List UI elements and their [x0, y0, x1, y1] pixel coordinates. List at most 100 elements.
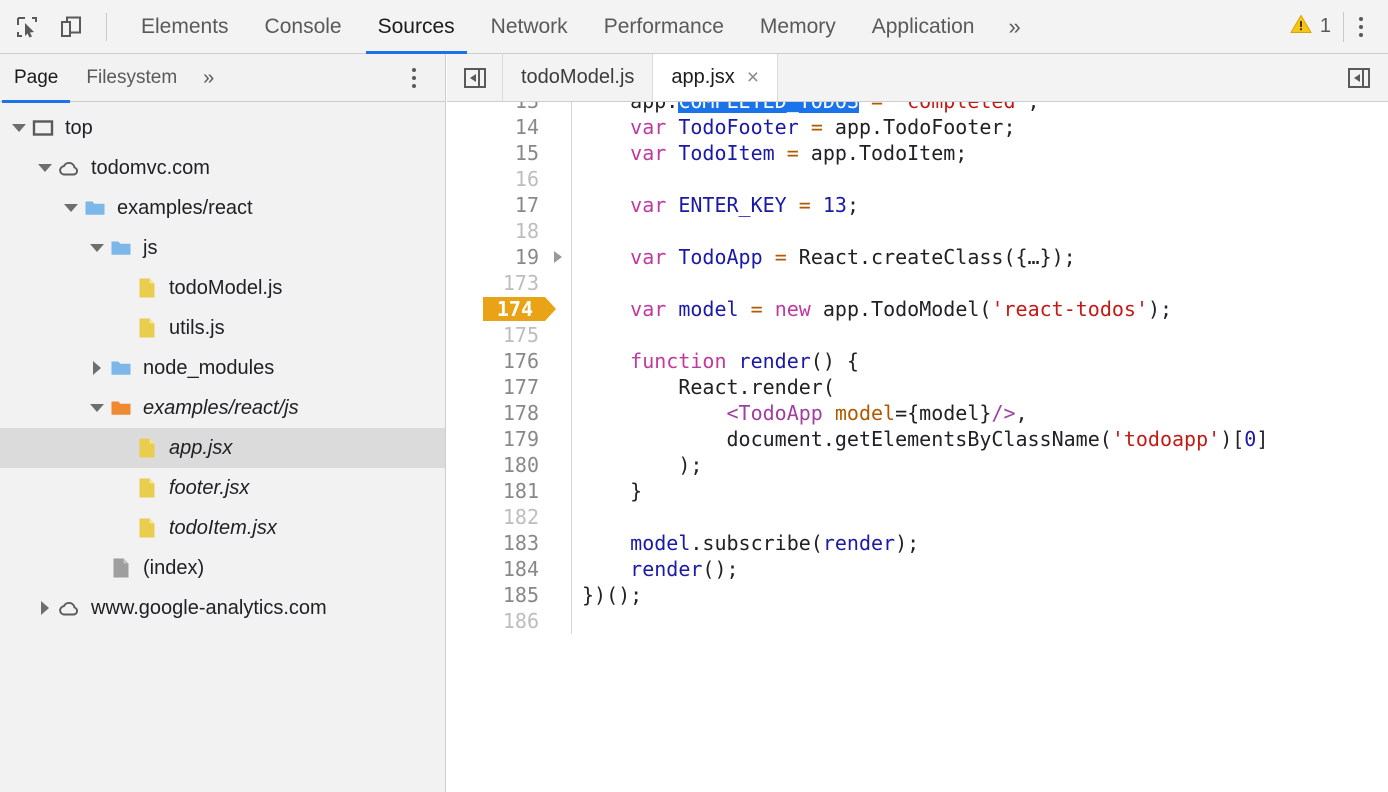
tree-item-footer-jsx[interactable]: footer.jsx [0, 468, 445, 508]
chevron-down-icon[interactable] [8, 108, 30, 148]
editor-tab-app-jsx[interactable]: app.jsx × [653, 54, 778, 101]
code-line: 185 })(); [447, 582, 1388, 608]
code-line: 13 app.COMPLETED_TODOS = 'completed'; [447, 102, 1388, 114]
code-text[interactable]: var TodoApp = React.createClass({…}); [572, 244, 1076, 270]
line-number[interactable]: 179 [447, 426, 545, 452]
chevron-right-icon[interactable] [34, 588, 56, 628]
line-number-label: 176 [503, 349, 539, 373]
chevron-down-icon[interactable] [86, 388, 108, 428]
code-viewer[interactable]: 13 app.COMPLETED_TODOS = 'completed';14 … [447, 102, 1388, 792]
code-text[interactable]: ); [572, 452, 702, 478]
line-number[interactable]: 182 [447, 504, 545, 530]
line-number[interactable]: 14 [447, 114, 545, 140]
line-number[interactable]: 175 [447, 322, 545, 348]
tab-sources[interactable]: Sources [360, 0, 473, 54]
tab-application[interactable]: Application [854, 0, 993, 54]
code-text[interactable]: var model = new app.TodoModel('react-tod… [572, 296, 1172, 322]
tab-network[interactable]: Network [473, 0, 586, 54]
code-text[interactable]: } [572, 478, 642, 504]
tree-item-todomvc-com[interactable]: todomvc.com [0, 148, 445, 188]
line-number[interactable]: 181 [447, 478, 545, 504]
tree-item-www-google-analytics-com[interactable]: www.google-analytics.com [0, 588, 445, 628]
chevron-down-icon[interactable] [34, 148, 56, 188]
nav-tab-filesystem[interactable]: Filesystem [72, 54, 191, 102]
tab-memory-label: Memory [760, 15, 836, 39]
line-number[interactable]: 176 [447, 348, 545, 374]
tab-performance[interactable]: Performance [586, 0, 742, 54]
tree-item-app-jsx[interactable]: app.jsx [0, 428, 445, 468]
tree-item-examples-react[interactable]: examples/react [0, 188, 445, 228]
line-number[interactable]: 13 [447, 102, 545, 114]
inspect-element-icon[interactable] [12, 12, 42, 42]
line-number[interactable]: 17 [447, 192, 545, 218]
line-number[interactable]: 184 [447, 556, 545, 582]
editor-tab-todomodel-js[interactable]: todoModel.js [503, 54, 653, 101]
cloud-icon [56, 595, 82, 621]
line-number-label: 177 [503, 375, 539, 399]
tree-item-todomodel-js[interactable]: todoModel.js [0, 268, 445, 308]
more-panels-chevron-icon[interactable]: » [992, 16, 1036, 38]
line-number[interactable]: 16 [447, 166, 545, 192]
file-js-icon [134, 275, 160, 301]
show-navigator-icon[interactable] [447, 54, 503, 101]
cloud-icon [56, 155, 82, 181]
line-number[interactable]: 186 [447, 608, 545, 634]
tab-console-label: Console [265, 15, 342, 39]
code-text[interactable]: React.render( [572, 374, 835, 400]
code-lines: 13 app.COMPLETED_TODOS = 'completed';14 … [447, 102, 1388, 634]
tab-console[interactable]: Console [247, 0, 360, 54]
code-text[interactable]: <TodoApp model={model}/>, [572, 400, 1028, 426]
code-text[interactable]: render(); [572, 556, 739, 582]
fold-expand-icon[interactable] [545, 251, 571, 263]
show-debugger-sidebar-icon[interactable] [1330, 54, 1388, 101]
line-number[interactable]: 18 [447, 218, 545, 244]
tab-sources-label: Sources [378, 15, 455, 39]
tab-elements[interactable]: Elements [123, 0, 247, 54]
breakpoint-marker[interactable]: 174 [447, 296, 545, 322]
code-text[interactable]: document.getElementsByClassName('todoapp… [572, 426, 1268, 452]
code-line: 183 model.subscribe(render); [447, 530, 1388, 556]
file-js-icon [134, 315, 160, 341]
more-nav-tabs-chevron-icon[interactable]: » [191, 68, 226, 88]
line-number[interactable]: 173 [447, 270, 545, 296]
close-icon[interactable]: × [747, 67, 759, 88]
line-number[interactable]: 15 [447, 140, 545, 166]
tree-item-todoitem-jsx[interactable]: todoItem.jsx [0, 508, 445, 548]
tree-item-js[interactable]: js [0, 228, 445, 268]
code-text[interactable]: })(); [572, 582, 642, 608]
code-text[interactable]: model.subscribe(render); [572, 530, 919, 556]
code-text[interactable]: app.COMPLETED_TODOS = 'completed'; [572, 102, 1040, 114]
line-number-label: 179 [503, 427, 539, 451]
chevron-down-icon[interactable] [60, 188, 82, 228]
tree-item-label: todoModel.js [169, 278, 282, 298]
line-number[interactable]: 178 [447, 400, 545, 426]
code-text[interactable]: var TodoFooter = app.TodoFooter; [572, 114, 1016, 140]
line-number-label: 175 [503, 323, 539, 347]
device-toolbar-icon[interactable] [56, 12, 86, 42]
line-number[interactable]: 185 [447, 582, 545, 608]
code-line: 181 } [447, 478, 1388, 504]
chevron-right-icon[interactable] [86, 348, 108, 388]
tree-item-node-modules[interactable]: node_modules [0, 348, 445, 388]
tree-item-utils-js[interactable]: utils.js [0, 308, 445, 348]
tree-item-top[interactable]: top [0, 108, 445, 148]
line-number-label: 178 [503, 401, 539, 425]
tab-memory[interactable]: Memory [742, 0, 854, 54]
line-number[interactable]: 177 [447, 374, 545, 400]
kebab-menu-icon[interactable] [1344, 8, 1378, 46]
nav-tab-page[interactable]: Page [0, 54, 72, 102]
warning-badge[interactable]: 1 [1289, 12, 1343, 41]
navigator-kebab-menu-icon[interactable] [397, 59, 431, 97]
tree-item-examples-react-js[interactable]: examples/react/js [0, 388, 445, 428]
tree-item-index[interactable]: (index) [0, 548, 445, 588]
line-number[interactable]: 180 [447, 452, 545, 478]
tree-item-label: node_modules [143, 358, 274, 378]
line-number[interactable]: 19 [447, 244, 545, 270]
code-line: 176 function render() { [447, 348, 1388, 374]
line-number[interactable]: 183 [447, 530, 545, 556]
chevron-down-icon[interactable] [86, 228, 108, 268]
code-text[interactable]: var ENTER_KEY = 13; [572, 192, 859, 218]
code-text[interactable]: var TodoItem = app.TodoItem; [572, 140, 967, 166]
gutter-divider [571, 608, 572, 634]
code-text[interactable]: function render() { [572, 348, 859, 374]
